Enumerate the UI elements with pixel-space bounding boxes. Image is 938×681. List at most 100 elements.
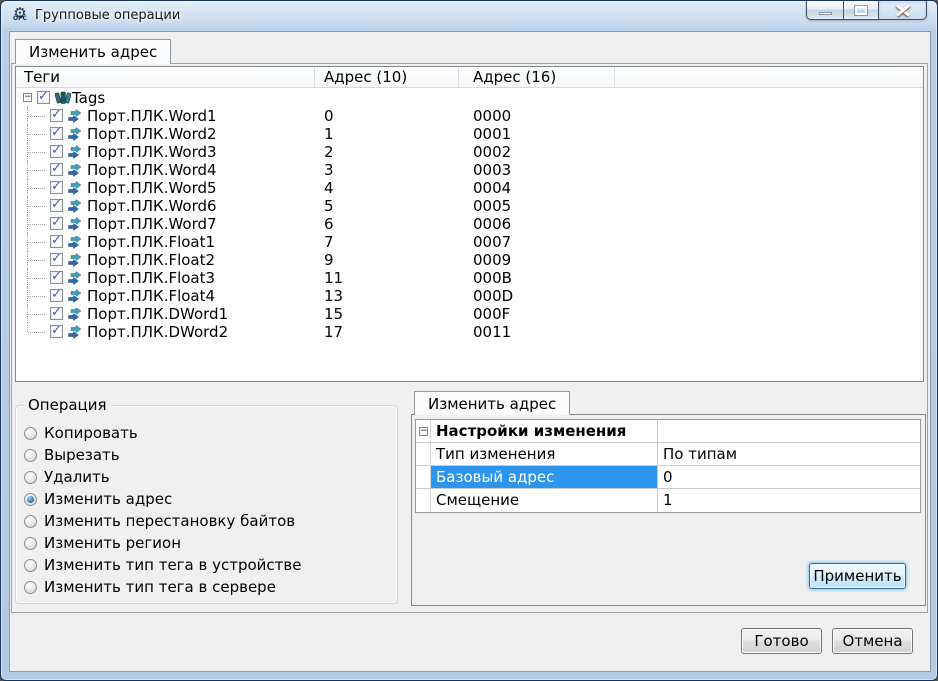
tree-item-row[interactable]: ✓ Порт.ПЛК.Word4 3 0003 bbox=[16, 161, 923, 179]
tree-item-row[interactable]: ✓ Порт.ПЛК.Float2 9 0009 bbox=[16, 251, 923, 269]
setting-name[interactable]: Смещение bbox=[431, 489, 658, 512]
operation-radio-option[interactable]: Удалить bbox=[24, 466, 393, 488]
apply-button[interactable]: Применить bbox=[809, 563, 906, 589]
cancel-button[interactable]: Отмена bbox=[832, 628, 913, 654]
tree-item-row[interactable]: ✓ Порт.ПЛК.Float4 13 000D bbox=[16, 287, 923, 305]
tag-addr16: 0000 bbox=[473, 107, 511, 125]
settings-group-row[interactable]: − Настройки изменения bbox=[416, 420, 920, 443]
tree-guide-line bbox=[28, 260, 45, 261]
subtab-label: Изменить адрес bbox=[428, 395, 556, 413]
setting-value[interactable]: 1 bbox=[658, 489, 920, 512]
operation-radio-option[interactable]: Изменить регион bbox=[24, 532, 393, 554]
close-button[interactable] bbox=[878, 0, 927, 20]
tag-checkbox[interactable]: ✓ bbox=[50, 145, 63, 158]
tree-guide-line bbox=[28, 224, 45, 225]
tree-root-row[interactable]: − ✓ Tags bbox=[16, 89, 923, 107]
radio-icon[interactable] bbox=[24, 515, 37, 528]
tag-checkbox[interactable]: ✓ bbox=[50, 217, 63, 230]
tag-checkbox[interactable]: ✓ bbox=[50, 271, 63, 284]
tag-addr10: 15 bbox=[324, 305, 343, 323]
app-opc-gear-icon: ⚙OPC bbox=[10, 5, 30, 27]
tag-checkbox[interactable]: ✓ bbox=[50, 307, 63, 320]
address-settings-panel: − Настройки изменения Тип изменения По т… bbox=[411, 414, 926, 606]
close-icon bbox=[896, 4, 910, 16]
tree-header: Теги Адрес (10) Адрес (16) bbox=[16, 67, 923, 88]
radio-icon[interactable] bbox=[24, 471, 37, 484]
subtab-change-address[interactable]: Изменить адрес bbox=[414, 391, 570, 415]
tree-item-row[interactable]: ✓ Порт.ПЛК.Word5 4 0004 bbox=[16, 179, 923, 197]
setting-value[interactable]: 0 bbox=[658, 466, 920, 488]
settings-row[interactable]: Тип изменения По типам bbox=[416, 443, 920, 466]
radio-icon[interactable] bbox=[24, 427, 37, 440]
done-button[interactable]: Готово bbox=[741, 628, 822, 654]
operation-radio-option[interactable]: Изменить адрес bbox=[24, 488, 393, 510]
radio-icon[interactable] bbox=[24, 493, 37, 506]
tag-addr10: 0 bbox=[324, 107, 334, 125]
setting-name[interactable]: Тип изменения bbox=[431, 443, 658, 465]
tag-name: Порт.ПЛК.Word7 bbox=[87, 215, 217, 233]
operation-label: Изменить регион bbox=[44, 534, 181, 552]
operation-label: Изменить тип тега в устройстве bbox=[44, 556, 301, 574]
tag-checkbox[interactable]: ✓ bbox=[50, 199, 63, 212]
tag-checkbox[interactable]: ✓ bbox=[50, 253, 63, 266]
tree-guide-line bbox=[28, 188, 45, 189]
radio-icon[interactable] bbox=[24, 537, 37, 550]
tree-item-row[interactable]: ✓ Порт.ПЛК.Word3 2 0002 bbox=[16, 143, 923, 161]
root-checkbox[interactable]: ✓ bbox=[37, 91, 50, 104]
operation-label: Изменить адрес bbox=[44, 490, 172, 508]
operation-radio-option[interactable]: Изменить перестановку байтов bbox=[24, 510, 393, 532]
operation-group-title: Операция bbox=[24, 396, 111, 414]
tag-checkbox[interactable]: ✓ bbox=[50, 235, 63, 248]
tree-guide-line bbox=[28, 332, 45, 333]
column-header-tags[interactable]: Теги bbox=[24, 68, 60, 86]
tag-name: Порт.ПЛК.DWord2 bbox=[87, 323, 228, 341]
title-bar[interactable]: ⚙OPC Групповые операции bbox=[1, 1, 937, 31]
radio-icon[interactable] bbox=[24, 449, 37, 462]
tab-label: Изменить адрес bbox=[29, 43, 157, 61]
tree-item-row[interactable]: ✓ Порт.ПЛК.Word2 1 0001 bbox=[16, 125, 923, 143]
dialog-content: Изменить адрес Теги Адрес (10) Адрес (16… bbox=[9, 31, 931, 672]
settings-rows: Тип изменения По типам Базовый адрес 0 bbox=[416, 443, 920, 512]
settings-row[interactable]: Базовый адрес 0 bbox=[416, 466, 920, 489]
tag-name: Порт.ПЛК.Word5 bbox=[87, 179, 217, 197]
tree-item-row[interactable]: ✓ Порт.ПЛК.Word7 6 0006 bbox=[16, 215, 923, 233]
column-header-addr10[interactable]: Адрес (10) bbox=[324, 68, 407, 86]
tag-addr10: 17 bbox=[324, 323, 343, 341]
minimize-button[interactable] bbox=[806, 0, 843, 20]
operation-radio-option[interactable]: Изменить тип тега в сервере bbox=[24, 576, 393, 598]
tag-checkbox[interactable]: ✓ bbox=[50, 109, 63, 122]
tag-checkbox[interactable]: ✓ bbox=[50, 181, 63, 194]
tree-item-row[interactable]: ✓ Порт.ПЛК.DWord1 15 000F bbox=[16, 305, 923, 323]
settings-row[interactable]: Смещение 1 bbox=[416, 489, 920, 512]
operation-label: Изменить перестановку байтов bbox=[44, 512, 295, 530]
tree-item-row[interactable]: ✓ Порт.ПЛК.Word6 5 0005 bbox=[16, 197, 923, 215]
operation-radio-option[interactable]: Вырезать bbox=[24, 444, 393, 466]
radio-icon[interactable] bbox=[24, 581, 37, 594]
tag-checkbox[interactable]: ✓ bbox=[50, 127, 63, 140]
tag-checkbox[interactable]: ✓ bbox=[50, 289, 63, 302]
setting-value[interactable]: По типам bbox=[658, 443, 920, 465]
tag-checkbox[interactable]: ✓ bbox=[50, 163, 63, 176]
collapse-expander-icon[interactable]: − bbox=[419, 427, 428, 436]
grid-gutter: − bbox=[416, 420, 431, 442]
tag-addr16: 0006 bbox=[473, 215, 511, 233]
tree-guide-line bbox=[28, 134, 45, 135]
setting-name[interactable]: Базовый адрес bbox=[431, 466, 658, 488]
radio-icon[interactable] bbox=[24, 559, 37, 572]
tree-item-row[interactable]: ✓ Порт.ПЛК.DWord2 17 0011 bbox=[16, 323, 923, 341]
operation-radio-option[interactable]: Изменить тип тега в устройстве bbox=[24, 554, 393, 576]
tree-guide-line bbox=[28, 206, 45, 207]
tree-item-row[interactable]: ✓ Порт.ПЛК.Float3 11 000B bbox=[16, 269, 923, 287]
tree-item-row[interactable]: ✓ Порт.ПЛК.Word1 0 0000 bbox=[16, 107, 923, 125]
tree-items: ✓ Порт.ПЛК.Word1 0 0000 bbox=[16, 107, 923, 341]
tag-name: Порт.ПЛК.Float1 bbox=[87, 233, 215, 251]
maximize-button[interactable] bbox=[843, 0, 878, 20]
collapse-expander-icon[interactable]: − bbox=[23, 93, 32, 102]
tree-item-row[interactable]: ✓ Порт.ПЛК.Float1 7 0007 bbox=[16, 233, 923, 251]
tag-addr10: 4 bbox=[324, 179, 334, 197]
column-header-addr16[interactable]: Адрес (16) bbox=[473, 68, 556, 86]
operation-radio-option[interactable]: Копировать bbox=[24, 422, 393, 444]
tag-addr16: 0011 bbox=[473, 323, 511, 341]
tag-checkbox[interactable]: ✓ bbox=[50, 325, 63, 338]
tab-change-address[interactable]: Изменить адрес bbox=[15, 39, 171, 64]
